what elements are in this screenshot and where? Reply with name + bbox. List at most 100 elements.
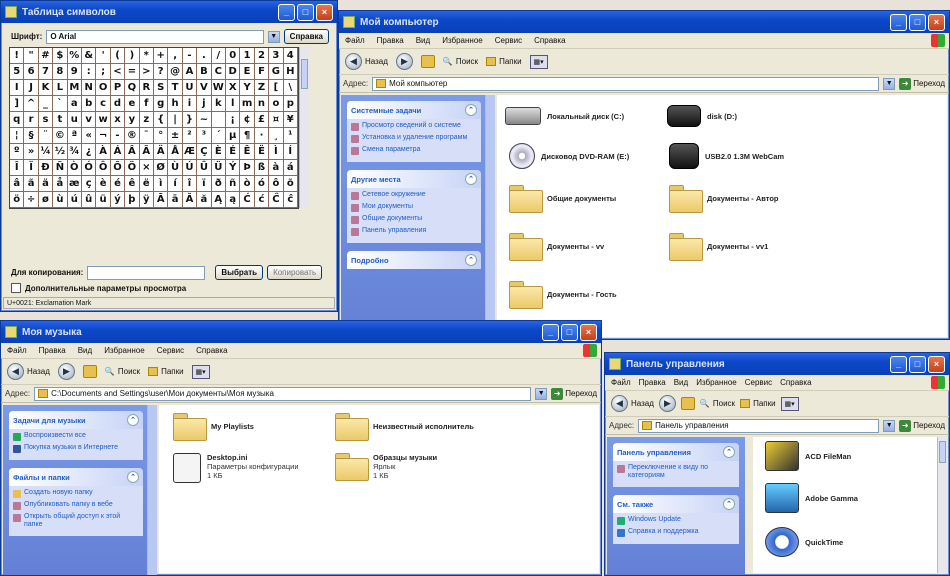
mymusic-titlebar[interactable]: Моя музыка _ □ × <box>1 321 601 343</box>
applet-item[interactable]: QuickTime <box>765 527 843 557</box>
minimize-button[interactable]: _ <box>278 3 295 21</box>
go-button[interactable]: ➜ Переход <box>551 387 597 400</box>
menu-tools[interactable]: Сервис <box>157 346 184 355</box>
char-cell[interactable]: & <box>81 48 97 64</box>
char-cell[interactable]: Ö <box>125 160 140 176</box>
char-cell[interactable]: ÿ <box>139 192 154 208</box>
char-cell[interactable]: × <box>139 160 154 176</box>
maximize-button[interactable]: □ <box>909 355 926 373</box>
char-cell[interactable]: 6 <box>24 64 39 80</box>
close-button[interactable]: × <box>580 323 597 341</box>
char-cell[interactable]: ¾ <box>67 144 82 160</box>
char-cell[interactable]: ² <box>182 128 198 144</box>
menu-help[interactable]: Справка <box>534 36 565 45</box>
char-cell[interactable]: ? <box>153 64 169 80</box>
char-cell[interactable]: G <box>269 64 284 80</box>
char-cell[interactable]: : <box>81 64 97 80</box>
char-cell[interactable]: n <box>254 96 270 112</box>
views-button[interactable]: ▦▾ <box>780 396 799 411</box>
char-cell[interactable]: é <box>110 176 126 192</box>
char-cell[interactable]: ß <box>254 160 270 176</box>
place-link[interactable]: Панель управления <box>351 227 477 236</box>
char-cell[interactable]: ´ <box>211 128 226 144</box>
char-cell[interactable]: * <box>139 48 154 64</box>
close-button[interactable]: × <box>928 355 945 373</box>
char-cell[interactable]: Ô <box>96 160 111 176</box>
char-cell[interactable]: ć <box>254 192 270 208</box>
char-cell[interactable]: ñ <box>225 176 241 192</box>
char-cell[interactable]: í <box>168 176 183 192</box>
address-field[interactable]: Мой компьютер <box>372 76 880 91</box>
char-cell[interactable]: æ <box>67 176 82 192</box>
task-link[interactable]: Windows Update <box>617 516 735 526</box>
char-cell[interactable]: ( <box>110 48 126 64</box>
maximize-button[interactable]: □ <box>909 13 926 31</box>
char-cell[interactable]: ! <box>10 48 25 64</box>
char-cell[interactable]: Ì <box>269 144 284 160</box>
char-cell[interactable]: á <box>283 160 298 176</box>
task-link[interactable]: Просмотр сведений о системе <box>351 122 477 131</box>
char-cell[interactable]: ¬ <box>96 128 111 144</box>
char-cell[interactable]: ù <box>53 192 68 208</box>
panel-header[interactable]: Задачи для музыки ⌃ <box>9 411 143 429</box>
applet-item[interactable]: ACD FileMan <box>765 441 851 471</box>
menu-view[interactable]: Вид <box>674 378 688 387</box>
char-cell[interactable]: J <box>24 80 39 96</box>
char-cell[interactable]: ò <box>240 176 255 192</box>
search-button[interactable]: 🔍 Поиск <box>105 367 140 376</box>
char-cell[interactable]: Á <box>110 144 126 160</box>
help-button[interactable]: Справка <box>283 29 329 44</box>
char-cell[interactable]: ª <box>67 128 82 144</box>
char-cell[interactable]: ó <box>254 176 270 192</box>
char-cell[interactable]: m <box>240 96 255 112</box>
folder-item[interactable]: Документы - Автор <box>669 185 779 213</box>
char-cell[interactable]: Â <box>125 144 140 160</box>
char-cell[interactable]: R <box>139 80 154 96</box>
menu-favorites[interactable]: Избранное <box>442 36 483 45</box>
menu-file[interactable]: Файл <box>7 346 27 355</box>
char-cell[interactable]: S <box>153 80 169 96</box>
char-cell[interactable]: ` <box>53 96 68 112</box>
char-cell[interactable]: ½ <box>53 144 68 160</box>
mycomputer-titlebar[interactable]: Мой компьютер _ □ × <box>339 11 949 33</box>
char-cell[interactable]: ¦ <box>10 128 25 144</box>
char-cell[interactable]: < <box>110 64 126 80</box>
char-cell[interactable]: B <box>197 64 212 80</box>
char-cell[interactable]: c <box>96 96 111 112</box>
char-cell[interactable]: Í <box>283 144 298 160</box>
char-cell[interactable]: Û <box>197 160 212 176</box>
char-cell[interactable]: Ù <box>168 160 183 176</box>
folder-item[interactable]: My Playlists <box>173 413 254 441</box>
go-button[interactable]: ➜ Переход <box>899 77 945 90</box>
char-cell[interactable]: 9 <box>67 64 82 80</box>
char-cell[interactable]: ā <box>168 192 183 208</box>
char-cell[interactable]: ' <box>96 48 111 64</box>
char-cell[interactable]: - <box>182 48 198 64</box>
char-cell[interactable]: ĉ <box>283 192 298 208</box>
char-cell[interactable]: ¤ <box>269 112 284 128</box>
char-cell[interactable]: ö <box>10 192 25 208</box>
char-cell[interactable]: Ą <box>211 192 226 208</box>
char-cell[interactable]: $ <box>53 48 68 64</box>
collapse-icon[interactable]: ⌃ <box>127 414 139 426</box>
char-cell[interactable]: ă <box>197 192 212 208</box>
char-cell[interactable]: e <box>125 96 140 112</box>
menu-tools[interactable]: Сервис <box>745 378 772 387</box>
menu-tools[interactable]: Сервис <box>495 36 522 45</box>
char-cell[interactable]: } <box>182 112 198 128</box>
char-cell[interactable]: . <box>197 48 212 64</box>
char-cell[interactable]: h <box>168 96 183 112</box>
char-cell[interactable]: ø <box>38 192 54 208</box>
char-cell[interactable]: [ <box>269 80 284 96</box>
content-scrollbar[interactable] <box>937 437 947 573</box>
char-cell[interactable]: ¹ <box>283 128 298 144</box>
char-cell[interactable]: u <box>67 112 82 128</box>
char-cell[interactable]: ¥ <box>283 112 298 128</box>
char-cell[interactable]: F <box>254 64 270 80</box>
collapse-icon[interactable]: ⌃ <box>465 173 477 185</box>
up-folder-icon[interactable] <box>680 397 695 410</box>
char-cell[interactable]: ] <box>10 96 25 112</box>
folder-item[interactable]: Неизвестный исполнитель <box>335 413 474 441</box>
char-cell[interactable]: v <box>81 112 97 128</box>
char-cell[interactable]: ¸ <box>269 128 284 144</box>
